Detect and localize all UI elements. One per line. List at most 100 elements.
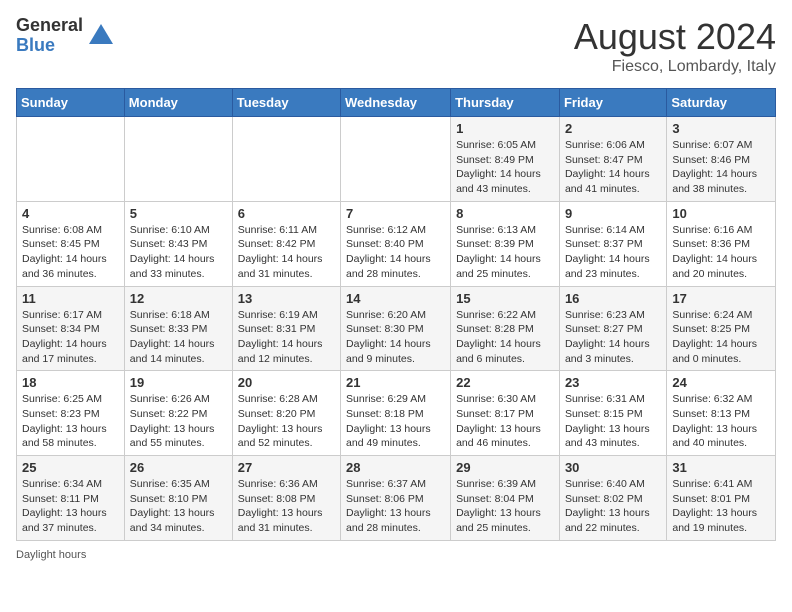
day-number: 2 — [565, 121, 661, 136]
day-info: Sunrise: 6:32 AM Sunset: 8:13 PM Dayligh… — [672, 392, 770, 451]
calendar-cell: 27 Sunrise: 6:36 AM Sunset: 8:08 PM Dayli… — [232, 456, 340, 541]
day-info: Sunrise: 6:26 AM Sunset: 8:22 PM Dayligh… — [130, 392, 227, 451]
day-info: Sunrise: 6:37 AM Sunset: 8:06 PM Dayligh… — [346, 477, 445, 536]
calendar-cell: 28 Sunrise: 6:37 AM Sunset: 8:06 PM Dayli… — [341, 456, 451, 541]
logo: General Blue — [16, 16, 115, 56]
calendar-cell: 29 Sunrise: 6:39 AM Sunset: 8:04 PM Dayli… — [451, 456, 560, 541]
calendar-cell: 10 Sunrise: 6:16 AM Sunset: 8:36 PM Dayli… — [667, 201, 776, 286]
day-number: 30 — [565, 460, 661, 475]
day-number: 4 — [22, 206, 119, 221]
day-of-week-friday: Friday — [559, 89, 666, 117]
day-info: Sunrise: 6:25 AM Sunset: 8:23 PM Dayligh… — [22, 392, 119, 451]
day-number: 23 — [565, 375, 661, 390]
day-info: Sunrise: 6:35 AM Sunset: 8:10 PM Dayligh… — [130, 477, 227, 536]
day-info: Sunrise: 6:20 AM Sunset: 8:30 PM Dayligh… — [346, 308, 445, 367]
day-info: Sunrise: 6:31 AM Sunset: 8:15 PM Dayligh… — [565, 392, 661, 451]
calendar-cell — [232, 117, 340, 202]
day-number: 5 — [130, 206, 227, 221]
logo-general-text: General — [16, 16, 83, 36]
day-number: 15 — [456, 291, 554, 306]
day-info: Sunrise: 6:24 AM Sunset: 8:25 PM Dayligh… — [672, 308, 770, 367]
day-number: 12 — [130, 291, 227, 306]
calendar-cell — [341, 117, 451, 202]
day-number: 13 — [238, 291, 335, 306]
calendar-cell — [124, 117, 232, 202]
day-number: 19 — [130, 375, 227, 390]
calendar-cell: 25Sunrise: 6:34 AM Sunset: 8:11 PM Dayli… — [17, 456, 125, 541]
day-number: 22 — [456, 375, 554, 390]
calendar-cell: 11Sunrise: 6:17 AM Sunset: 8:34 PM Dayli… — [17, 286, 125, 371]
calendar-cell: 14 Sunrise: 6:20 AM Sunset: 8:30 PM Dayli… — [341, 286, 451, 371]
day-info: Sunrise: 6:07 AM Sunset: 8:46 PM Dayligh… — [672, 138, 770, 197]
day-number: 14 — [346, 291, 445, 306]
day-info: Sunrise: 6:11 AM Sunset: 8:42 PM Dayligh… — [238, 223, 335, 282]
day-number: 21 — [346, 375, 445, 390]
calendar-cell — [17, 117, 125, 202]
location-subtitle: Fiesco, Lombardy, Italy — [574, 58, 776, 76]
day-info: Sunrise: 6:19 AM Sunset: 8:31 PM Dayligh… — [238, 308, 335, 367]
calendar-cell: 26 Sunrise: 6:35 AM Sunset: 8:10 PM Dayli… — [124, 456, 232, 541]
day-info: Sunrise: 6:23 AM Sunset: 8:27 PM Dayligh… — [565, 308, 661, 367]
day-number: 29 — [456, 460, 554, 475]
day-number: 28 — [346, 460, 445, 475]
calendar-cell: 21Sunrise: 6:29 AM Sunset: 8:18 PM Dayli… — [341, 371, 451, 456]
calendar-cell: 12 Sunrise: 6:18 AM Sunset: 8:33 PM Dayli… — [124, 286, 232, 371]
calendar-week-row: 25Sunrise: 6:34 AM Sunset: 8:11 PM Dayli… — [17, 456, 776, 541]
day-info: Sunrise: 6:41 AM Sunset: 8:01 PM Dayligh… — [672, 477, 770, 536]
day-info: Sunrise: 6:36 AM Sunset: 8:08 PM Dayligh… — [238, 477, 335, 536]
calendar-cell: 3Sunrise: 6:07 AM Sunset: 8:46 PM Daylig… — [667, 117, 776, 202]
page-header: General Blue August 2024 Fiesco, Lombard… — [16, 16, 776, 76]
day-number: 26 — [130, 460, 227, 475]
day-info: Sunrise: 6:22 AM Sunset: 8:28 PM Dayligh… — [456, 308, 554, 367]
day-number: 10 — [672, 206, 770, 221]
day-number: 17 — [672, 291, 770, 306]
calendar-cell: 6Sunrise: 6:11 AM Sunset: 8:42 PM Daylig… — [232, 201, 340, 286]
calendar-table: SundayMondayTuesdayWednesdayThursdayFrid… — [16, 88, 776, 541]
day-of-week-monday: Monday — [124, 89, 232, 117]
day-number: 25 — [22, 460, 119, 475]
calendar-cell: 30 Sunrise: 6:40 AM Sunset: 8:02 PM Dayli… — [559, 456, 666, 541]
calendar-week-row: 1Sunrise: 6:05 AM Sunset: 8:49 PM Daylig… — [17, 117, 776, 202]
day-number: 11 — [22, 291, 119, 306]
day-info: Sunrise: 6:18 AM Sunset: 8:33 PM Dayligh… — [130, 308, 227, 367]
day-info: Sunrise: 6:30 AM Sunset: 8:17 PM Dayligh… — [456, 392, 554, 451]
day-info: Sunrise: 6:40 AM Sunset: 8:02 PM Dayligh… — [565, 477, 661, 536]
calendar-cell: 1Sunrise: 6:05 AM Sunset: 8:49 PM Daylig… — [451, 117, 560, 202]
day-info: Sunrise: 6:28 AM Sunset: 8:20 PM Dayligh… — [238, 392, 335, 451]
calendar-cell: 17 Sunrise: 6:24 AM Sunset: 8:25 PM Dayli… — [667, 286, 776, 371]
day-info: Sunrise: 6:06 AM Sunset: 8:47 PM Dayligh… — [565, 138, 661, 197]
calendar-cell: 4 Sunrise: 6:08 AM Sunset: 8:45 PM Daylig… — [17, 201, 125, 286]
logo-blue-text: Blue — [16, 36, 83, 56]
day-number: 16 — [565, 291, 661, 306]
day-number: 20 — [238, 375, 335, 390]
calendar-cell: 20 Sunrise: 6:28 AM Sunset: 8:20 PM Dayli… — [232, 371, 340, 456]
calendar-cell: 18 Sunrise: 6:25 AM Sunset: 8:23 PM Dayli… — [17, 371, 125, 456]
calendar-cell: 16 Sunrise: 6:23 AM Sunset: 8:27 PM Dayli… — [559, 286, 666, 371]
calendar-cell: 23 Sunrise: 6:31 AM Sunset: 8:15 PM Dayli… — [559, 371, 666, 456]
day-number: 9 — [565, 206, 661, 221]
calendar-cell: 31Sunrise: 6:41 AM Sunset: 8:01 PM Dayli… — [667, 456, 776, 541]
day-of-week-thursday: Thursday — [451, 89, 560, 117]
day-number: 27 — [238, 460, 335, 475]
calendar-week-row: 18 Sunrise: 6:25 AM Sunset: 8:23 PM Dayli… — [17, 371, 776, 456]
calendar-cell: 24 Sunrise: 6:32 AM Sunset: 8:13 PM Dayli… — [667, 371, 776, 456]
day-info: Sunrise: 6:14 AM Sunset: 8:37 PM Dayligh… — [565, 223, 661, 282]
day-of-week-wednesday: Wednesday — [341, 89, 451, 117]
calendar-cell: 9 Sunrise: 6:14 AM Sunset: 8:37 PM Daylig… — [559, 201, 666, 286]
month-year-title: August 2024 — [574, 16, 776, 58]
day-info: Sunrise: 6:08 AM Sunset: 8:45 PM Dayligh… — [22, 223, 119, 282]
day-number: 24 — [672, 375, 770, 390]
day-of-week-sunday: Sunday — [17, 89, 125, 117]
calendar-week-row: 4 Sunrise: 6:08 AM Sunset: 8:45 PM Daylig… — [17, 201, 776, 286]
day-info: Sunrise: 6:13 AM Sunset: 8:39 PM Dayligh… — [456, 223, 554, 282]
day-info: Sunrise: 6:16 AM Sunset: 8:36 PM Dayligh… — [672, 223, 770, 282]
day-number: 18 — [22, 375, 119, 390]
calendar-cell: 2 Sunrise: 6:06 AM Sunset: 8:47 PM Daylig… — [559, 117, 666, 202]
day-info: Sunrise: 6:12 AM Sunset: 8:40 PM Dayligh… — [346, 223, 445, 282]
daylight-hours-label: Daylight hours — [16, 549, 86, 561]
calendar-header-row: SundayMondayTuesdayWednesdayThursdayFrid… — [17, 89, 776, 117]
calendar-cell: 13 Sunrise: 6:19 AM Sunset: 8:31 PM Dayli… — [232, 286, 340, 371]
logo-icon — [87, 22, 115, 50]
calendar-cell: 19 Sunrise: 6:26 AM Sunset: 8:22 PM Dayli… — [124, 371, 232, 456]
day-info: Sunrise: 6:39 AM Sunset: 8:04 PM Dayligh… — [456, 477, 554, 536]
